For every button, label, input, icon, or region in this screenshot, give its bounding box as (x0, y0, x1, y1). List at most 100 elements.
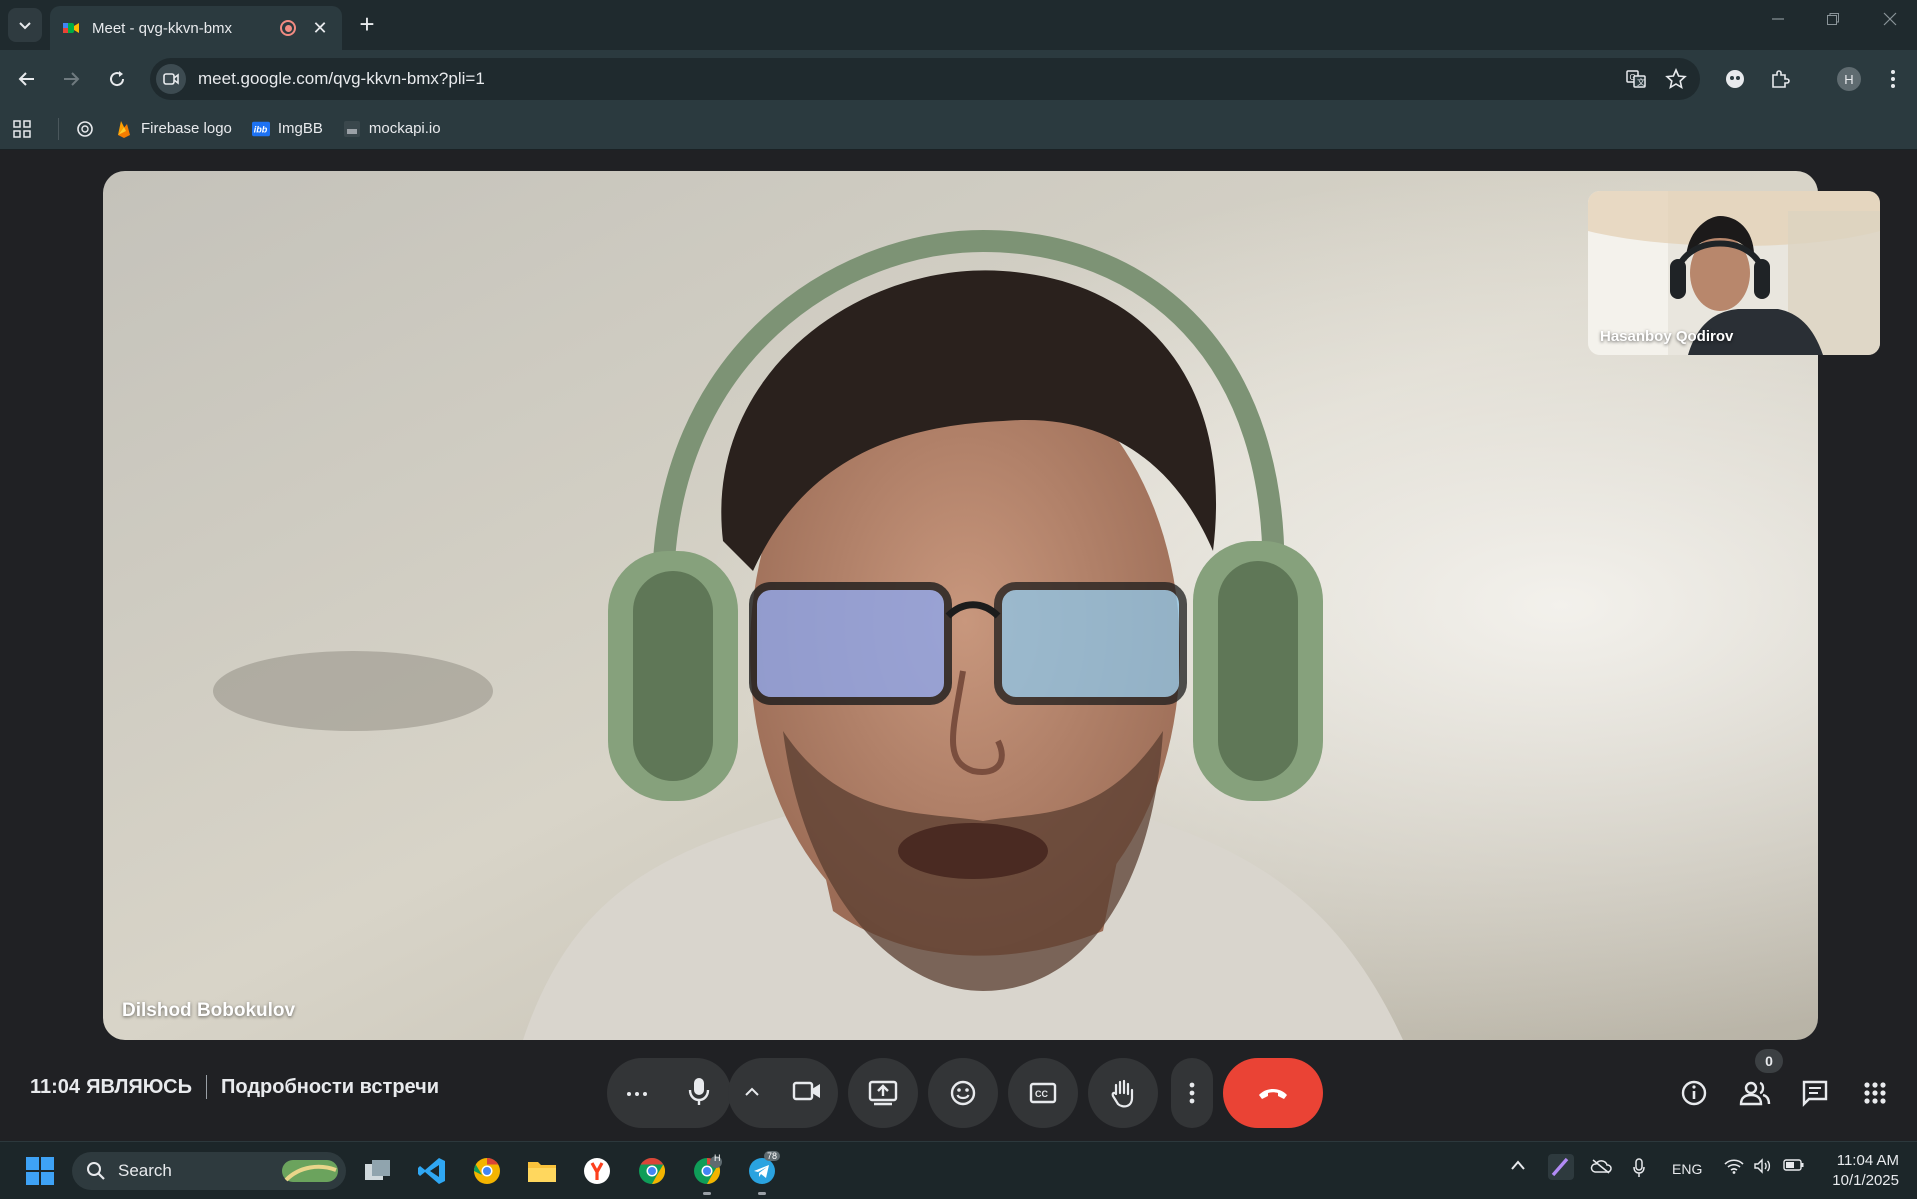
chat-button[interactable] (1795, 1073, 1835, 1113)
apps-grid-icon (13, 119, 31, 138)
bookmark-imgbb[interactable]: ibb ImgBB (251, 120, 323, 138)
meeting-info: 11:04 ЯВЛЯЮСЬ Подробности встречи (30, 1075, 439, 1099)
meeting-controls-bar: 11:04 ЯВЛЯЮСЬ Подробности встречи CC 0 (0, 1049, 1917, 1141)
tab-meet[interactable]: Meet - qvg-kkvn-bmx ✕ (50, 6, 342, 50)
present-screen-button[interactable] (848, 1058, 918, 1128)
windows-start-icon[interactable] (20, 1151, 60, 1191)
new-tab-button[interactable]: + (352, 10, 382, 40)
taskbar-search[interactable]: Search (72, 1152, 346, 1190)
presenting-status: ЯВЛЯЮСЬ (86, 1075, 192, 1098)
running-indicator (703, 1192, 711, 1195)
tab-search-button[interactable] (8, 8, 42, 42)
chrome-profile-icon[interactable]: H (687, 1151, 727, 1195)
site-info-icon[interactable] (156, 64, 186, 94)
search-highlight-icon (282, 1160, 338, 1182)
chrome-menu-icon[interactable] (1876, 62, 1910, 96)
reload-icon[interactable] (100, 62, 134, 96)
wifi-icon[interactable] (1724, 1158, 1744, 1177)
apps-grid-icon (1864, 1082, 1886, 1104)
bookmark-star-icon[interactable] (1660, 63, 1692, 95)
bookmark-chatgpt[interactable] (75, 119, 95, 139)
leave-call-button[interactable] (1223, 1058, 1323, 1128)
yandex-browser-icon[interactable] (577, 1151, 617, 1191)
chrome-profile-badge: H (714, 1153, 721, 1163)
bookmark-mockapi[interactable]: mockapi.io (343, 120, 441, 138)
microphone-icon[interactable] (686, 1076, 712, 1111)
browser-tab-strip: Meet - qvg-kkvn-bmx ✕ + (0, 0, 1917, 50)
svg-text:CC: CC (1035, 1089, 1048, 1099)
camera-control-group (728, 1058, 838, 1128)
input-language[interactable]: ENG (1672, 1161, 1702, 1177)
translate-icon[interactable]: G文 (1620, 63, 1652, 95)
people-icon (1739, 1081, 1771, 1106)
forward-icon[interactable] (54, 62, 88, 96)
camera-options-chevron-icon[interactable] (744, 1084, 760, 1102)
captions-button[interactable]: CC (1008, 1058, 1078, 1128)
activities-button[interactable] (1855, 1073, 1895, 1113)
minimize-icon[interactable] (1760, 10, 1796, 31)
extension-face-icon[interactable] (1718, 62, 1752, 96)
apps-shortcut[interactable] (12, 119, 32, 139)
end-call-icon (1259, 1089, 1287, 1099)
url-text[interactable]: meet.google.com/qvg-kkvn-bmx?pli=1 (198, 69, 1620, 89)
main-participant-video[interactable]: Dilshod Bobokulov (103, 171, 1818, 1040)
bookmarks-divider (58, 117, 59, 140)
task-view-icon[interactable] (358, 1151, 398, 1191)
info-icon (1681, 1080, 1707, 1106)
bookmark-firebase[interactable]: Firebase logo (115, 120, 232, 138)
search-icon (87, 1162, 105, 1180)
window-close-icon[interactable] (1872, 10, 1908, 31)
more-vert-icon (1189, 1082, 1195, 1104)
camera-icon[interactable] (792, 1080, 822, 1107)
meet-favicon-icon (63, 23, 79, 33)
info-divider (205, 1075, 207, 1099)
more-audio-options-icon[interactable] (626, 1084, 648, 1102)
clock-time: 11:04 AM (1836, 1152, 1899, 1169)
back-icon[interactable] (10, 62, 44, 96)
extensions-puzzle-icon[interactable] (1763, 62, 1797, 96)
bookmark-label: ImgBB (277, 120, 323, 137)
svg-text:文: 文 (1637, 77, 1645, 87)
file-explorer-icon[interactable] (522, 1151, 562, 1191)
raise-hand-button[interactable] (1088, 1058, 1158, 1128)
onedrive-offline-icon[interactable] (1590, 1158, 1612, 1177)
telegram-icon[interactable]: 78 (742, 1151, 782, 1195)
openai-icon (77, 120, 93, 137)
bookmark-label: mockapi.io (368, 120, 441, 137)
participants-button[interactable] (1735, 1073, 1775, 1113)
system-clock[interactable]: 11:04 AM 10/1/2025 (1815, 1151, 1899, 1191)
restore-icon[interactable] (1815, 10, 1851, 31)
reactions-button[interactable] (928, 1058, 998, 1128)
captions-icon: CC (1029, 1082, 1057, 1104)
tab-title: Meet - qvg-kkvn-bmx (92, 19, 233, 37)
participant-video-feed (103, 171, 1818, 1040)
meeting-details-link[interactable]: Подробности встречи (221, 1076, 439, 1099)
address-bar[interactable]: meet.google.com/qvg-kkvn-bmx?pli=1 G文 (150, 58, 1700, 100)
meeting-time: 11:04 (30, 1075, 81, 1098)
mic-control-group (607, 1058, 731, 1128)
chevron-down-icon (19, 22, 31, 30)
tab-close-icon[interactable]: ✕ (310, 18, 330, 39)
pen-tray-icon[interactable] (1548, 1154, 1574, 1183)
clock-date: 10/1/2025 (1832, 1172, 1899, 1189)
raise-hand-icon (1111, 1079, 1134, 1108)
meeting-details-icon[interactable] (1674, 1073, 1714, 1113)
bookmark-label: Firebase logo (141, 120, 232, 137)
browser-toolbar: meet.google.com/qvg-kkvn-bmx?pli=1 G文 H (0, 50, 1917, 108)
profile-initial: H (1837, 67, 1861, 91)
chrome-canary-icon[interactable] (467, 1151, 507, 1191)
recording-indicator-icon (280, 20, 296, 36)
self-view-tile[interactable]: Hasanboy Qodirov (1588, 191, 1880, 355)
main-participant-name: Dilshod Bobokulov (122, 1000, 296, 1021)
search-label: Search (118, 1161, 172, 1180)
vscode-icon[interactable] (412, 1151, 452, 1191)
battery-icon[interactable] (1783, 1158, 1805, 1175)
more-options-button[interactable] (1171, 1058, 1213, 1128)
show-hidden-icons[interactable] (1510, 1158, 1526, 1174)
volume-icon[interactable] (1753, 1158, 1773, 1177)
profile-avatar[interactable]: H (1832, 62, 1866, 96)
bookmarks-bar: Firebase logo ibb ImgBB mockapi.io (0, 108, 1917, 150)
microphone-tray-icon[interactable] (1632, 1158, 1646, 1181)
chat-icon (1802, 1080, 1828, 1107)
chrome-icon[interactable] (632, 1151, 672, 1191)
